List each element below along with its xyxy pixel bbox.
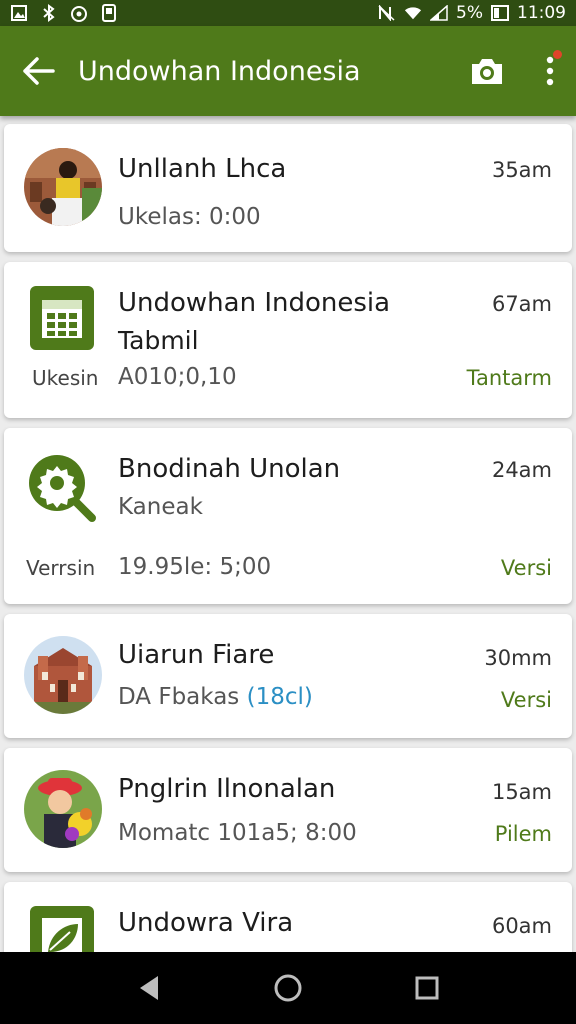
no-sim-icon [378, 4, 396, 22]
item-badge: Versi [500, 556, 552, 580]
item-title: Uiarun Fiare [118, 640, 275, 670]
item-time: 67am [491, 292, 552, 316]
item-time: 60am [491, 914, 552, 938]
item-title: Undowhan Indonesia [118, 288, 391, 318]
back-button[interactable] [0, 26, 78, 116]
signal-icon [430, 4, 448, 22]
settings-search-icon [26, 452, 98, 524]
item-title: Bnodinah Unolan [118, 454, 341, 484]
nav-back-icon [140, 976, 159, 1000]
avatar [24, 636, 102, 714]
item-title: Unllanh Lhca [118, 154, 287, 184]
gallery-notification-icon [10, 4, 28, 22]
item-subtitle-text: DA Fbakas [118, 684, 240, 710]
status-bar: 5% 11:09 [0, 0, 576, 26]
item-side-label: Ukesin [32, 366, 99, 390]
item-tag: (18cl) [246, 684, 313, 710]
nav-recents-icon [415, 976, 439, 1000]
alarm-icon [70, 4, 88, 22]
overflow-menu-button[interactable] [524, 26, 576, 116]
notification-dot [553, 50, 562, 59]
nav-recents-button[interactable] [397, 958, 457, 1018]
message-list: Unllanh Lhca Ukelas: 0:00 35am Undowhan … [0, 116, 576, 952]
item-title: Undowra Vira [118, 908, 294, 938]
item-detail: A010;0,10 [118, 364, 237, 390]
item-detail: 19.95le: 5;00 [118, 554, 272, 580]
status-time: 11:09 [517, 3, 566, 23]
battery-percent: 5% [456, 3, 483, 23]
item-title: Pnglrin Ilnonalan [118, 774, 336, 804]
list-item[interactable]: Pnglrin Ilnonalan Momatc 101a5; 8:00 15a… [4, 748, 572, 872]
navigation-bar [0, 952, 576, 1024]
avatar [24, 148, 102, 226]
item-side-label: Verrsin [26, 556, 96, 580]
list-item[interactable]: Undowhan Indonesia Tabmil 67am Ukesin A0… [4, 262, 572, 418]
nav-back-button[interactable] [119, 958, 179, 1018]
back-arrow-icon [23, 57, 55, 85]
leaf-icon [30, 906, 94, 952]
device-icon [100, 4, 118, 22]
list-item[interactable]: Uiarun Fiare DA Fbakas (18cl) 30mm Versi [4, 614, 572, 738]
item-subtitle: Kaneak [118, 494, 203, 520]
item-subtitle: DA Fbakas (18cl) [118, 684, 313, 710]
item-subtitle: Tabmil [118, 326, 199, 355]
app-title: Undowhan Indonesia [78, 55, 361, 87]
item-time: 24am [491, 458, 552, 482]
item-subtitle: Momatc 101a5; 8:00 [118, 820, 357, 846]
avatar [24, 770, 102, 848]
item-time: 30mm [484, 646, 552, 670]
item-badge: Tantarm [466, 366, 552, 390]
calendar-icon [30, 286, 94, 350]
battery-icon [491, 4, 509, 22]
app-screen: 5% 11:09 Undowhan Indonesia Unllanh Lhca [0, 0, 576, 1024]
nav-home-button[interactable] [258, 958, 318, 1018]
camera-button[interactable] [450, 26, 524, 116]
item-time: 15am [491, 780, 552, 804]
app-bar: Undowhan Indonesia [0, 26, 576, 116]
list-item[interactable]: Unllanh Lhca Ukelas: 0:00 35am [4, 124, 572, 252]
list-item[interactable]: Undowra Vira 60am [4, 882, 572, 952]
bluetooth-icon [40, 4, 58, 22]
camera-icon [472, 59, 502, 84]
item-badge: Pilem [494, 822, 552, 846]
item-subtitle: Ukelas: 0:00 [118, 204, 261, 230]
wifi-icon [404, 4, 422, 22]
item-badge: Versi [500, 688, 552, 712]
nav-home-icon [274, 974, 302, 1002]
item-time: 35am [491, 158, 552, 182]
list-item[interactable]: Bnodinah Unolan Kaneak 24am Verrsin 19.9… [4, 428, 572, 604]
more-vertical-icon [546, 56, 554, 86]
